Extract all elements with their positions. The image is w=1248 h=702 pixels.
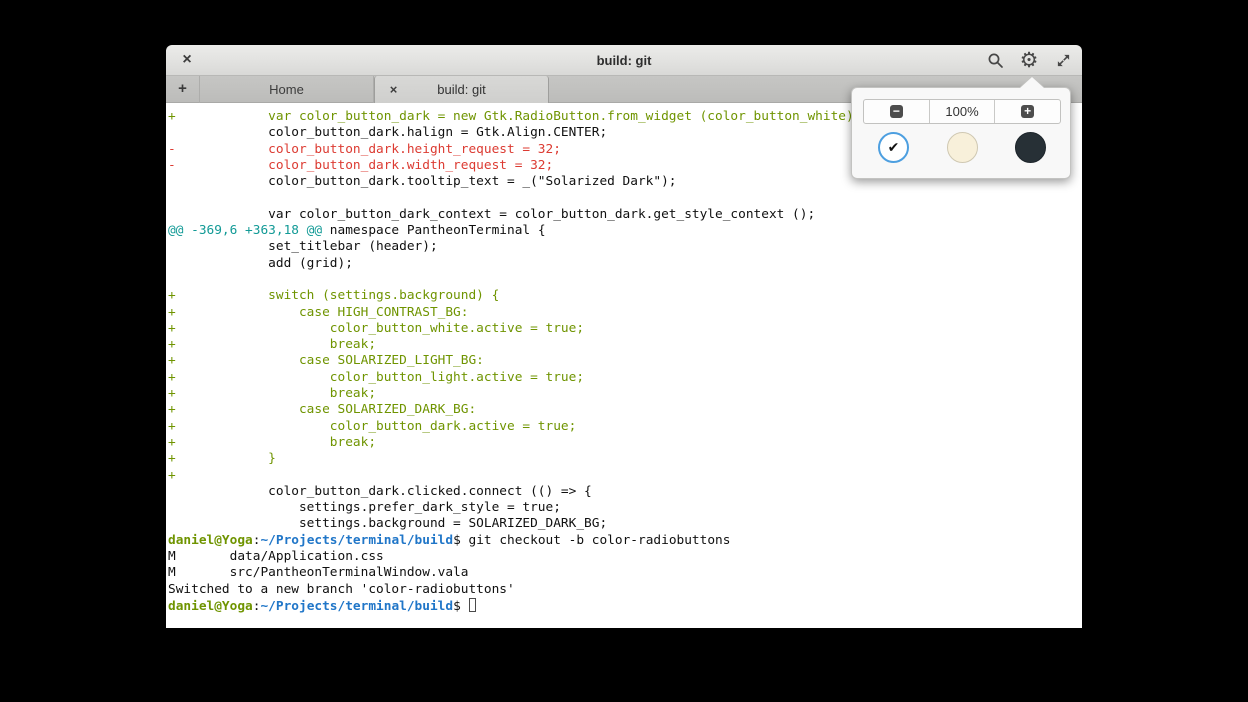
gear-icon[interactable]: ⚙ <box>1018 50 1040 72</box>
search-icon[interactable] <box>984 50 1006 72</box>
terminal-line: + switch (settings.background) { <box>168 288 1082 304</box>
terminal-line <box>168 190 1082 206</box>
zoom-level[interactable]: 100% <box>929 100 995 123</box>
zoom-control-group: − 100% + <box>863 99 1061 124</box>
tab-home-label: Home <box>269 82 304 97</box>
terminal-line: color_button_dark.clicked.connect (() =>… <box>168 484 1082 500</box>
terminal-line: + } <box>168 451 1082 467</box>
new-tab-button[interactable]: + <box>166 76 200 103</box>
theme-solarized-dark-radio[interactable] <box>1015 132 1046 163</box>
settings-popover: − 100% + ✔ <box>851 87 1071 179</box>
titlebar[interactable]: × build: git ⚙ <box>166 45 1082 76</box>
tab-home[interactable]: Home <box>200 76 374 103</box>
zoom-level-label: 100% <box>945 104 978 119</box>
zoom-in-button[interactable]: + <box>994 100 1060 123</box>
fullscreen-icon[interactable] <box>1052 50 1074 72</box>
window-title: build: git <box>166 45 1082 76</box>
popover-arrow <box>1020 77 1044 88</box>
terminal-line: M data/Application.css <box>168 549 1082 565</box>
terminal-line: + case SOLARIZED_LIGHT_BG: <box>168 353 1082 369</box>
terminal-line: daniel@Yoga:~/Projects/terminal/build$ <box>168 598 1082 614</box>
terminal-line: Switched to a new branch 'color-radiobut… <box>168 582 1082 598</box>
terminal-line <box>168 272 1082 288</box>
terminal-line: + color_button_dark.active = true; <box>168 419 1082 435</box>
terminal-line: daniel@Yoga:~/Projects/terminal/build$ g… <box>168 533 1082 549</box>
terminal-line: settings.background = SOLARIZED_DARK_BG; <box>168 516 1082 532</box>
theme-selector: ✔ <box>852 132 1072 163</box>
tab-build-git-label: build: git <box>437 82 485 97</box>
zoom-out-button[interactable]: − <box>864 100 929 123</box>
terminal-line: var color_button_dark_context = color_bu… <box>168 207 1082 223</box>
theme-high-contrast-radio[interactable]: ✔ <box>878 132 909 163</box>
terminal-line: add (grid); <box>168 256 1082 272</box>
terminal-line: + case HIGH_CONTRAST_BG: <box>168 305 1082 321</box>
terminal-line: + break; <box>168 386 1082 402</box>
terminal-line: + case SOLARIZED_DARK_BG: <box>168 402 1082 418</box>
terminal-line: + color_button_white.active = true; <box>168 321 1082 337</box>
terminal-line: set_titlebar (header); <box>168 239 1082 255</box>
plus-icon: + <box>1021 105 1034 118</box>
terminal-content[interactable]: + var color_button_dark = new Gtk.RadioB… <box>166 103 1082 628</box>
tab-build-git[interactable]: × build: git <box>374 76 549 103</box>
terminal-line: + <box>168 468 1082 484</box>
terminal-line: + color_button_light.active = true; <box>168 370 1082 386</box>
tab-close-icon[interactable]: × <box>385 81 402 98</box>
theme-solarized-light-radio[interactable] <box>947 132 978 163</box>
terminal-line: + break; <box>168 337 1082 353</box>
minus-icon: − <box>890 105 903 118</box>
terminal-line: settings.prefer_dark_style = true; <box>168 500 1082 516</box>
terminal-line: + break; <box>168 435 1082 451</box>
terminal-line: @@ -369,6 +363,18 @@ namespace PantheonT… <box>168 223 1082 239</box>
terminal-cursor <box>469 598 476 612</box>
terminal-line: M src/PantheonTerminalWindow.vala <box>168 565 1082 581</box>
